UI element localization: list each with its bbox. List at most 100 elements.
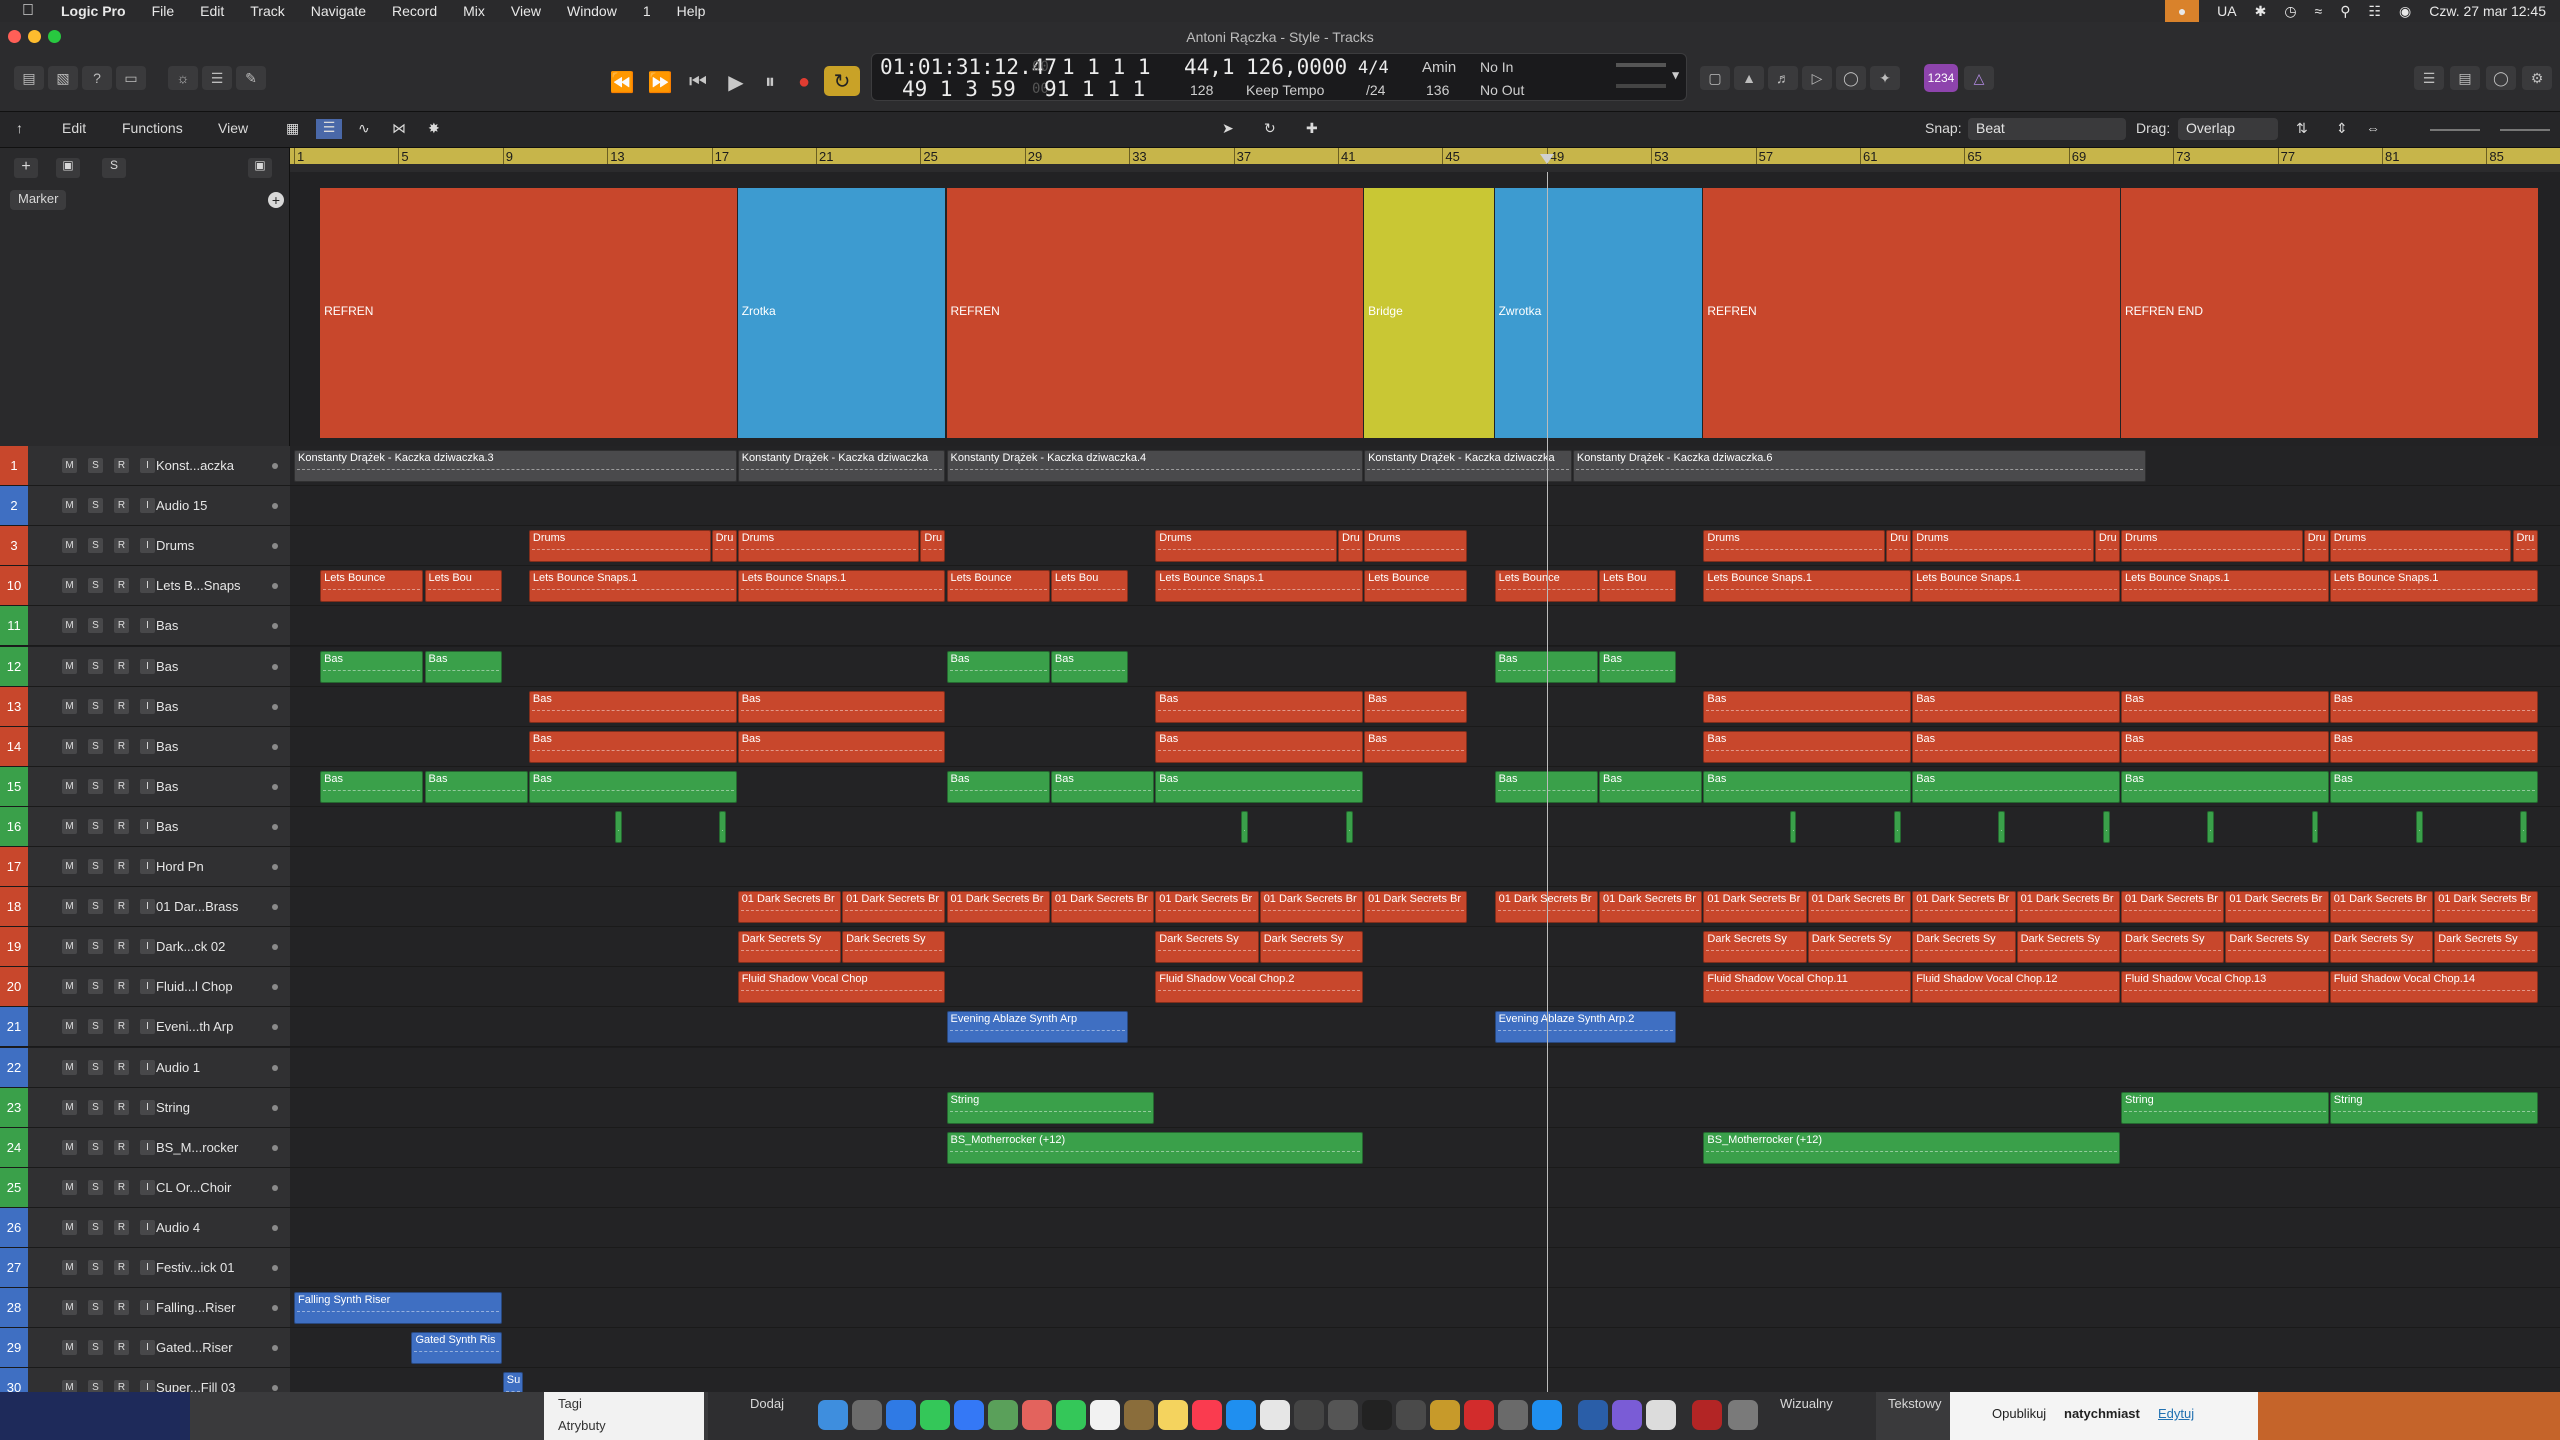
track-name[interactable]: BS_M...rocker (156, 1140, 238, 1155)
region[interactable] (719, 810, 727, 843)
mail-icon[interactable] (954, 1400, 984, 1430)
region[interactable]: Bas (320, 650, 424, 683)
photos-icon[interactable] (1022, 1400, 1052, 1430)
editors-icon[interactable]: ✎ (236, 66, 266, 90)
track-row[interactable]: 24 M S R I BS_M...rocker BS_Motherrocker (+12)… (0, 1127, 2560, 1168)
region[interactable] (2102, 810, 2110, 843)
grid-view-icon[interactable]: ▦ (286, 120, 299, 137)
region[interactable]: Drums (2329, 530, 2512, 563)
publish-edit-link[interactable]: Edytuj (2158, 1406, 2194, 1421)
region[interactable]: Bas (946, 770, 1050, 803)
solo-button[interactable]: S (88, 818, 103, 834)
input-monitor-button[interactable]: I (140, 698, 155, 714)
region[interactable]: 01 Dark Secrets Br (2329, 891, 2434, 924)
record-enable-button[interactable]: R (114, 818, 129, 834)
region[interactable]: Bas (2121, 770, 2329, 803)
marker-region[interactable]: REFREN (1703, 188, 2120, 438)
solo-button[interactable]: S (88, 1179, 103, 1195)
region[interactable] (1345, 810, 1353, 843)
region[interactable]: Dru (1886, 530, 1912, 563)
region[interactable]: Lets Bounce (320, 570, 424, 603)
region[interactable]: Bas (1050, 650, 1129, 683)
track-lane[interactable]: Lets Bounce Lets Bou Lets Bounce Snaps.1 Le… (290, 566, 2560, 606)
input-monitor-button[interactable]: I (140, 899, 155, 915)
track-number[interactable]: 17 (0, 847, 28, 886)
track-header[interactable]: M S R I 01 Dar...Brass (28, 887, 290, 927)
region[interactable]: Dark Secrets Sy (1807, 931, 1912, 964)
global-track-toggle-icon[interactable]: ▣ (248, 158, 272, 178)
pointer-tool-icon[interactable]: ➤ (1222, 120, 1234, 137)
microphone-icon[interactable]: ● (2165, 0, 2200, 22)
track-header[interactable]: M S R I Drums (28, 526, 290, 566)
region[interactable]: Dark Secrets Sy (2434, 931, 2538, 964)
region[interactable]: 01 Dark Secrets Br (1155, 891, 1259, 924)
track-header[interactable]: M S R I Bas (28, 606, 290, 646)
track-header[interactable]: M S R I Dark...ck 02 (28, 927, 290, 967)
region[interactable]: Dark Secrets Sy (1703, 931, 1807, 964)
mute-button[interactable]: M (62, 899, 77, 915)
track-number[interactable]: 3 (0, 526, 28, 566)
region[interactable]: 01 Dark Secrets Br (1599, 891, 1703, 924)
solo-button[interactable]: S (88, 1059, 103, 1075)
track-header[interactable]: M S R I Lets B...Snaps (28, 566, 290, 606)
text-tab[interactable]: Tekstowy (1888, 1396, 1941, 1411)
mixer-icon[interactable]: ☰ (202, 66, 232, 90)
flex-icon[interactable]: ⋈ (392, 120, 406, 137)
region[interactable] (2311, 810, 2319, 843)
mute-button[interactable]: M (62, 618, 77, 634)
region[interactable]: Fluid Shadow Vocal Chop.2 (1155, 971, 1364, 1004)
region[interactable]: Lets Bou (1599, 570, 1677, 603)
attributes-label[interactable]: Atrybuty (558, 1418, 606, 1433)
region[interactable]: Bas (1599, 650, 1677, 683)
region[interactable]: BS_Motherrocker (+12) (946, 1131, 1364, 1164)
track-number[interactable]: 19 (0, 927, 28, 967)
input-language[interactable]: UA (2217, 3, 2236, 19)
track-header[interactable]: M S R I String (28, 1087, 290, 1127)
region[interactable]: Drums (1155, 530, 1337, 563)
region[interactable]: 01 Dark Secrets Br (2434, 891, 2538, 924)
track-row[interactable]: 29 M S R I Gated...Riser Gated Synth Ris (0, 1328, 2560, 1369)
track-lane[interactable] (290, 1167, 2560, 1207)
region[interactable]: Bas (320, 770, 424, 803)
track-header[interactable]: M S R I Bas (28, 726, 290, 766)
region[interactable]: Lets Bounce Snaps.1 (2121, 570, 2329, 603)
region[interactable]: Gated Synth Ris (411, 1332, 502, 1365)
record-enable-button[interactable]: R (114, 658, 129, 674)
mute-button[interactable]: M (62, 658, 77, 674)
track-number[interactable]: 16 (0, 806, 28, 846)
region[interactable]: Konstanty Drążek - Kaczka dziwaczka (1364, 450, 1572, 482)
track-name[interactable]: String (156, 1100, 190, 1115)
track-header[interactable]: M S R I Gated...Riser (28, 1328, 290, 1368)
input-monitor-button[interactable]: I (140, 1019, 155, 1035)
track-lane[interactable]: Evening Ablaze Synth Arp Evening Ablaze S… (290, 1007, 2560, 1047)
track-row[interactable]: 27 M S R I Festiv...ick 01 (0, 1248, 2560, 1288)
music-icon[interactable] (1192, 1400, 1222, 1430)
app-icon-8[interactable] (1498, 1400, 1528, 1430)
input-monitor-button[interactable]: I (140, 1219, 155, 1235)
region[interactable]: Fluid Shadow Vocal Chop.14 (2329, 971, 2538, 1004)
region[interactable]: 01 Dark Secrets Br (1050, 891, 1155, 924)
menu-item-2[interactable]: Track (237, 3, 297, 19)
region[interactable]: Bas (424, 650, 502, 683)
track-number[interactable]: 10 (0, 566, 28, 606)
track-row[interactable]: 20 M S R I Fluid...l Chop Fluid Shadow Vocal C… (0, 967, 2560, 1008)
record-enable-button[interactable]: R (114, 859, 129, 874)
solo-button[interactable]: S (88, 1300, 103, 1316)
notes-icon[interactable]: ▤ (2450, 66, 2480, 90)
record-enable-button[interactable]: R (114, 1340, 129, 1356)
input-monitor-button[interactable]: I (140, 979, 155, 995)
menu-app-name[interactable]: Logic Pro (48, 3, 139, 19)
region[interactable]: Fluid Shadow Vocal Chop.12 (1912, 971, 2120, 1004)
region[interactable]: 01 Dark Secrets Br (1703, 891, 1807, 924)
edit-menu[interactable]: Edit (62, 120, 86, 136)
track-name[interactable]: Lets B...Snaps (156, 578, 241, 593)
menu-item-5[interactable]: Mix (450, 3, 498, 19)
mute-button[interactable]: M (62, 1019, 77, 1035)
track-name[interactable]: Dark...ck 02 (156, 939, 225, 954)
track-header[interactable]: M S R I Eveni...th Arp (28, 1007, 290, 1047)
region[interactable]: Fluid Shadow Vocal Chop.11 (1703, 971, 1912, 1004)
track-number[interactable]: 29 (0, 1328, 28, 1368)
mute-button[interactable]: M (62, 818, 77, 834)
secondary-tool-icon[interactable]: ↻ (1264, 120, 1276, 137)
region[interactable]: Dark Secrets Sy (2121, 931, 2225, 964)
